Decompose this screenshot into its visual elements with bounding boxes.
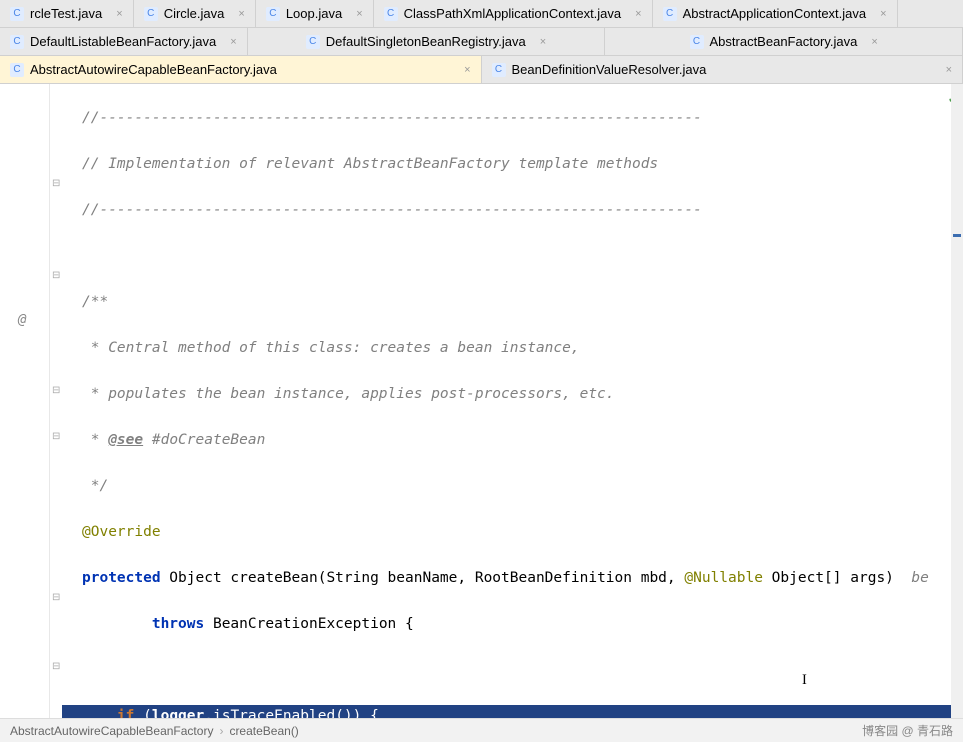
text-cursor-icon: I: [802, 669, 807, 692]
close-icon[interactable]: ×: [871, 36, 877, 48]
method-signature: Object createBean(String beanName, RootB…: [161, 570, 685, 586]
javadoc-line: */: [82, 478, 108, 494]
comment-line: //--------------------------------------…: [82, 110, 702, 126]
tab-label: AbstractApplicationContext.java: [683, 6, 867, 21]
java-class-icon: C: [266, 7, 280, 21]
fold-minus-icon[interactable]: ⊟: [52, 178, 60, 189]
tab-row-3: C AbstractAutowireCapableBeanFactory.jav…: [0, 56, 963, 84]
method-signature: Object[] args): [763, 570, 911, 586]
tab-circle[interactable]: C Circle.java ×: [134, 0, 256, 27]
editor-gutter[interactable]: @: [0, 84, 50, 718]
fold-end-icon[interactable]: ⊟: [52, 270, 60, 281]
tab-rcletest[interactable]: C rcleTest.java ×: [0, 0, 134, 27]
code-editor[interactable]: //--------------------------------------…: [62, 84, 963, 718]
java-class-icon: C: [306, 35, 320, 49]
tab-label: AbstractBeanFactory.java: [710, 34, 858, 49]
javadoc-line: * @see #doCreateBean: [82, 432, 265, 448]
tab-beandefresolver[interactable]: C BeanDefinitionValueResolver.java ×: [482, 56, 963, 83]
java-class-icon: C: [10, 7, 24, 21]
close-icon[interactable]: ×: [946, 64, 952, 76]
tab-label: Circle.java: [164, 6, 225, 21]
tab-label: Loop.java: [286, 6, 342, 21]
java-class-icon: C: [144, 7, 158, 21]
tab-abstractbeanfactory[interactable]: C AbstractBeanFactory.java ×: [605, 28, 963, 55]
breadcrumb-item[interactable]: AbstractAutowireCapableBeanFactory: [10, 724, 213, 738]
hint-text: be: [911, 570, 928, 586]
java-class-icon: C: [690, 35, 704, 49]
java-class-icon: C: [10, 35, 24, 49]
annotation: @Nullable: [684, 570, 763, 586]
javadoc-line: * populates the bean instance, applies p…: [82, 386, 615, 402]
close-icon[interactable]: ×: [464, 64, 470, 76]
watermark-text: 博客园 @ 青石路: [862, 722, 953, 739]
close-icon[interactable]: ×: [230, 36, 236, 48]
fold-gutter[interactable]: ⊟ ⊟ ⊟ ⊟ ⊟ ⊟: [50, 84, 62, 718]
close-icon[interactable]: ×: [238, 8, 244, 20]
keyword: if: [117, 708, 134, 718]
tab-label: DefaultListableBeanFactory.java: [30, 34, 216, 49]
tab-label: DefaultSingletonBeanRegistry.java: [326, 34, 526, 49]
tab-label: AbstractAutowireCapableBeanFactory.java: [30, 62, 277, 77]
tab-label: rcleTest.java: [30, 6, 102, 21]
fold-end-icon[interactable]: ⊟: [52, 661, 60, 672]
java-class-icon: C: [10, 63, 24, 77]
keyword: throws: [152, 616, 204, 632]
tab-defaultsingleton[interactable]: C DefaultSingletonBeanRegistry.java ×: [248, 28, 606, 55]
tab-classpathxml[interactable]: C ClassPathXmlApplicationContext.java ×: [374, 0, 653, 27]
tab-label: ClassPathXmlApplicationContext.java: [404, 6, 622, 21]
code-text: BeanCreationException {: [204, 616, 414, 632]
java-class-icon: C: [663, 7, 677, 21]
comment-line: // Implementation of relevant AbstractBe…: [82, 156, 658, 172]
override-gutter-icon[interactable]: @: [18, 312, 26, 328]
close-icon[interactable]: ×: [635, 8, 641, 20]
editor-scrollbar[interactable]: [951, 84, 963, 718]
close-icon[interactable]: ×: [356, 8, 362, 20]
tab-abstractappcontext[interactable]: C AbstractApplicationContext.java ×: [653, 0, 898, 27]
fold-end-icon[interactable]: ⊟: [52, 431, 60, 442]
highlighted-line: if (logger.isTraceEnabled()) {: [62, 705, 963, 718]
editor-tabs-container: C rcleTest.java × C Circle.java × C Loop…: [0, 0, 963, 84]
scroll-marker[interactable]: [953, 234, 961, 237]
tab-abstractautowire[interactable]: C AbstractAutowireCapableBeanFactory.jav…: [0, 56, 482, 83]
close-icon[interactable]: ×: [116, 8, 122, 20]
breadcrumb-bar: AbstractAutowireCapableBeanFactory › cre…: [0, 718, 963, 742]
fold-minus-icon[interactable]: ⊟: [52, 385, 60, 396]
javadoc-line: /**: [82, 294, 108, 310]
comment-line: //--------------------------------------…: [82, 202, 702, 218]
tab-label: BeanDefinitionValueResolver.java: [512, 62, 707, 77]
keyword: protected: [82, 570, 161, 586]
close-icon[interactable]: ×: [540, 36, 546, 48]
tab-loop[interactable]: C Loop.java ×: [256, 0, 374, 27]
editor-area: @ ⊟ ⊟ ⊟ ⊟ ⊟ ⊟ //------------------------…: [0, 84, 963, 718]
tab-defaultlistable[interactable]: C DefaultListableBeanFactory.java ×: [0, 28, 248, 55]
chevron-right-icon: ›: [219, 724, 223, 738]
annotation: @Override: [82, 524, 161, 540]
tab-row-2: C DefaultListableBeanFactory.java × C De…: [0, 28, 963, 56]
javadoc-line: * Central method of this class: creates …: [82, 340, 580, 356]
java-class-icon: C: [492, 63, 506, 77]
java-class-icon: C: [384, 7, 398, 21]
breadcrumb-item[interactable]: createBean(): [229, 724, 298, 738]
close-icon[interactable]: ×: [880, 8, 886, 20]
fold-minus-icon[interactable]: ⊟: [52, 592, 60, 603]
tab-row-1: C rcleTest.java × C Circle.java × C Loop…: [0, 0, 963, 28]
